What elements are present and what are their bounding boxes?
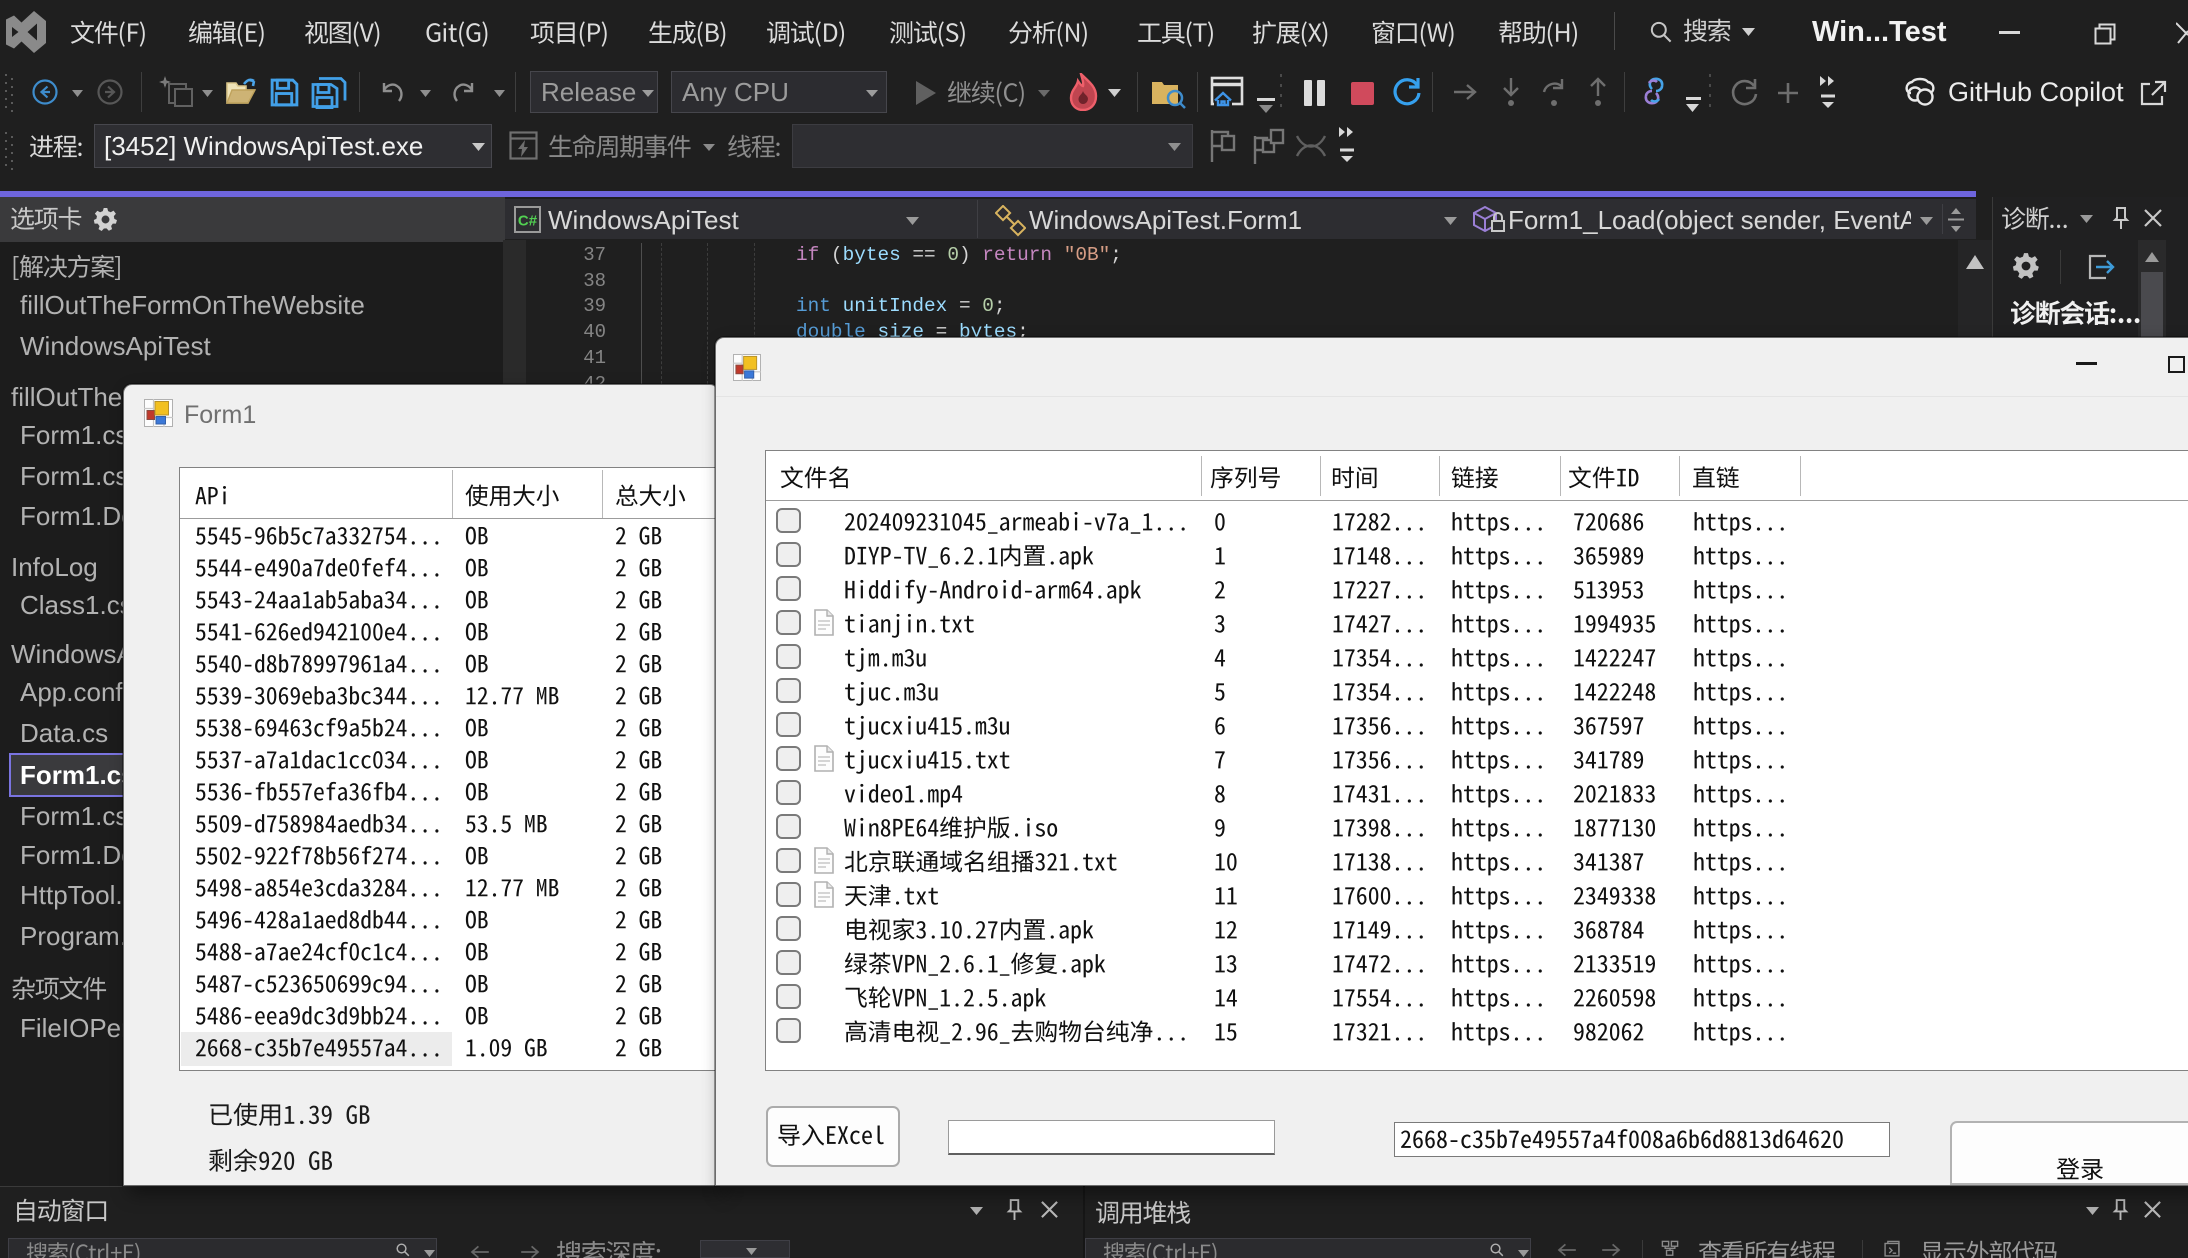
svg-text:C#: C# (518, 213, 538, 230)
